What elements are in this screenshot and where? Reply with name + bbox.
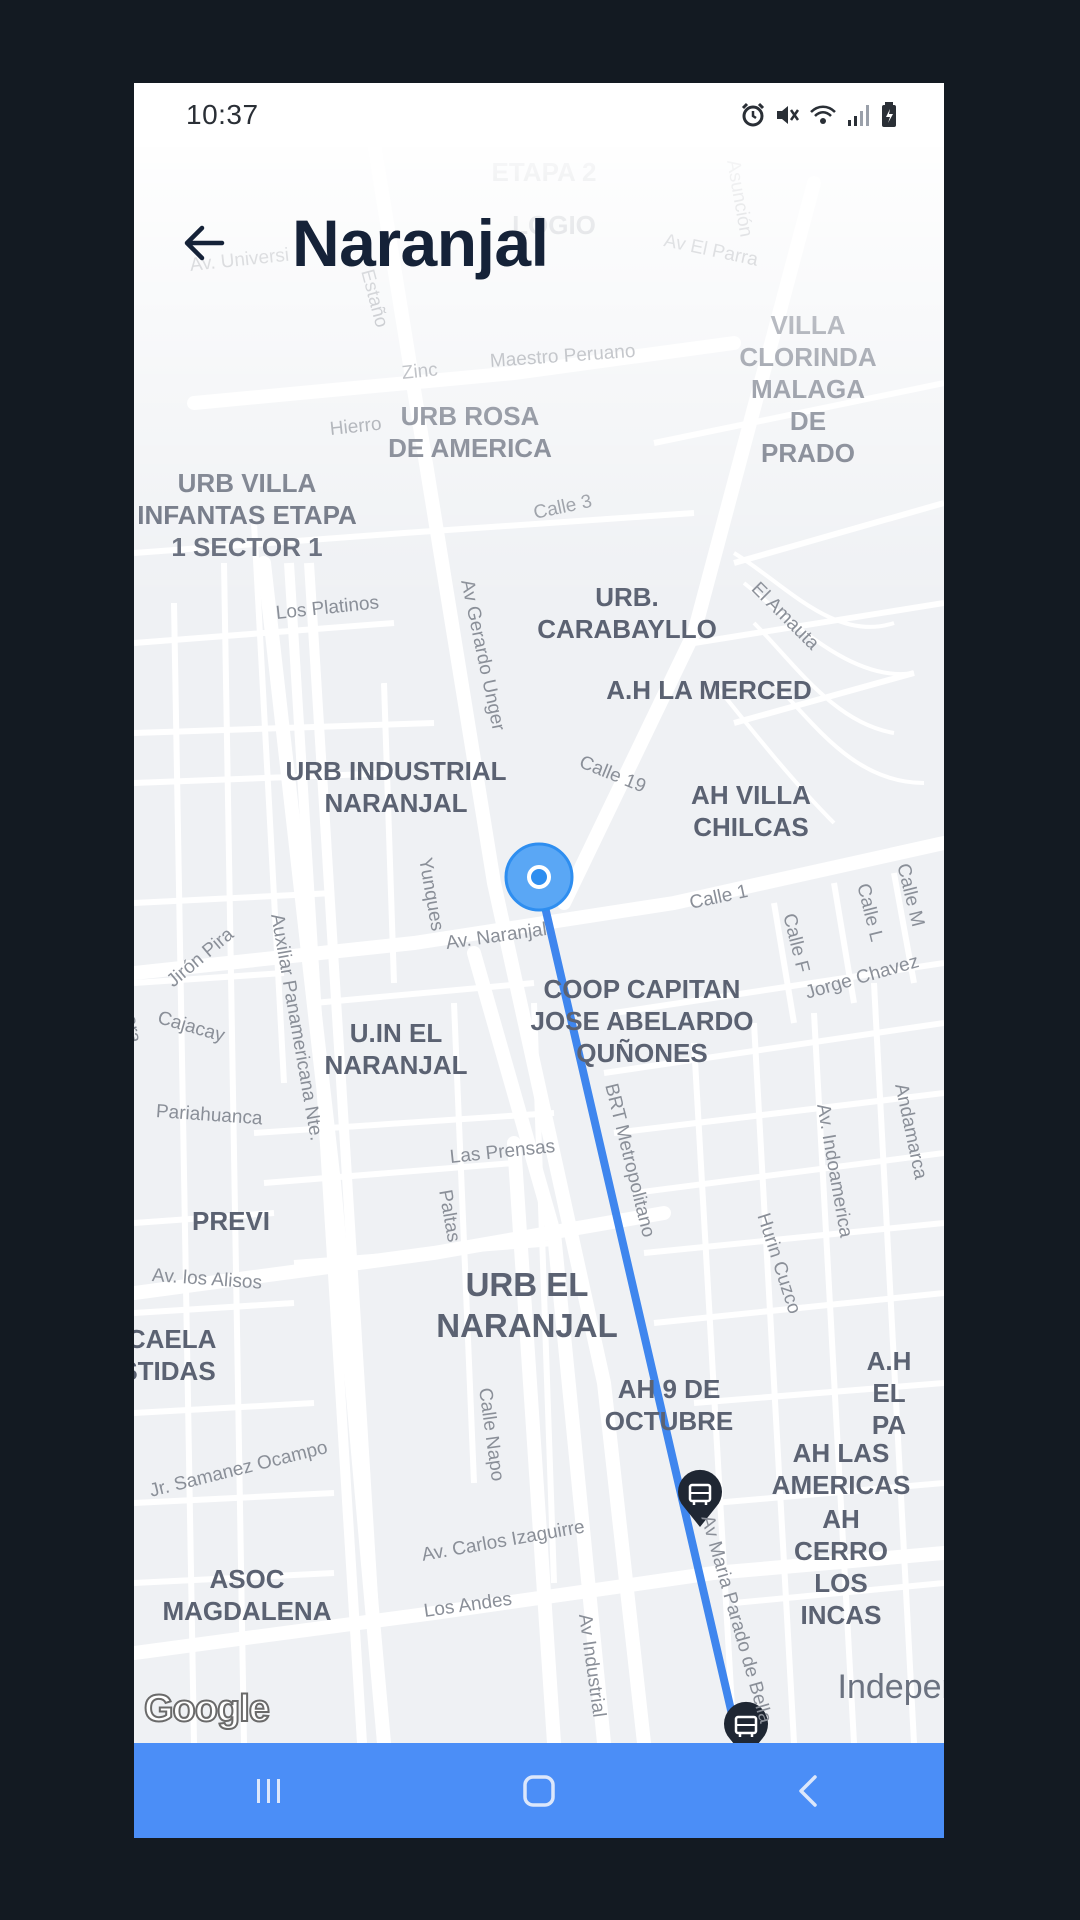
area-label: PREVI (191, 1206, 271, 1236)
area-label: A.H LA MERCED (606, 675, 812, 705)
nav-recents-button[interactable] (209, 1751, 329, 1831)
status-icons (740, 101, 898, 129)
signal-icon (848, 105, 869, 126)
area-label: AH VILLA CHILCAS (691, 780, 811, 842)
area-label: A.H EL PA (866, 1346, 912, 1440)
arrow-left-icon (184, 225, 225, 261)
area-label: VILLA CLORINDA MALAGA DE PRADO (739, 310, 877, 468)
status-time: 10:37 (186, 99, 259, 130)
area-label: COOP CAPITAN JOSE ABELARDO QUÑONES (530, 974, 754, 1068)
recents-icon (257, 1778, 280, 1803)
street-label: Zinc (400, 359, 439, 384)
area-label: AH 9 DE OCTUBRE (604, 1374, 734, 1436)
status-bar: 10:37 (134, 83, 944, 147)
phone-screen: ETAPA 2 LOGIO URB ROSA DE AMERICA VILLA … (134, 83, 944, 1838)
system-nav-bar (134, 1743, 944, 1838)
home-icon (523, 1774, 555, 1807)
battery-icon (882, 102, 896, 127)
area-label: AH CERRO LOS INCAS (794, 1504, 888, 1630)
nav-home-button[interactable] (479, 1751, 599, 1831)
area-label: URB INDUSTRIAL NARANJAL (285, 756, 507, 818)
nav-back-icon (799, 1774, 817, 1807)
back-button[interactable] (164, 203, 244, 283)
city-label: Indepen (837, 1668, 944, 1706)
current-location-icon[interactable] (504, 842, 574, 912)
nav-back-button[interactable] (749, 1751, 869, 1831)
area-label: AH LAS AMERICAS (771, 1438, 911, 1500)
area-label: URB. CARABAYLLO (537, 582, 717, 644)
area-label: ASOC MAGDALENA (162, 1564, 332, 1626)
area-label: URB EL NARANJAL (436, 1266, 618, 1344)
page-header: Naranjal (134, 183, 944, 303)
alarm-icon (741, 102, 765, 127)
map-view[interactable]: ETAPA 2 LOGIO URB ROSA DE AMERICA VILLA … (134, 83, 944, 1743)
wifi-icon (810, 105, 836, 124)
mute-icon (777, 106, 800, 124)
area-label: URB ROSA DE AMERICA (388, 401, 552, 463)
area-label: U.IN EL NARANJAL (324, 1018, 468, 1080)
google-logo: Google (143, 1687, 271, 1731)
area-label: ICAELA STIDAS (134, 1324, 217, 1386)
area-label: URB VILLA INFANTAS ETAPA 1 SECTOR 1 (137, 468, 357, 562)
page-title: Naranjal (292, 206, 549, 280)
